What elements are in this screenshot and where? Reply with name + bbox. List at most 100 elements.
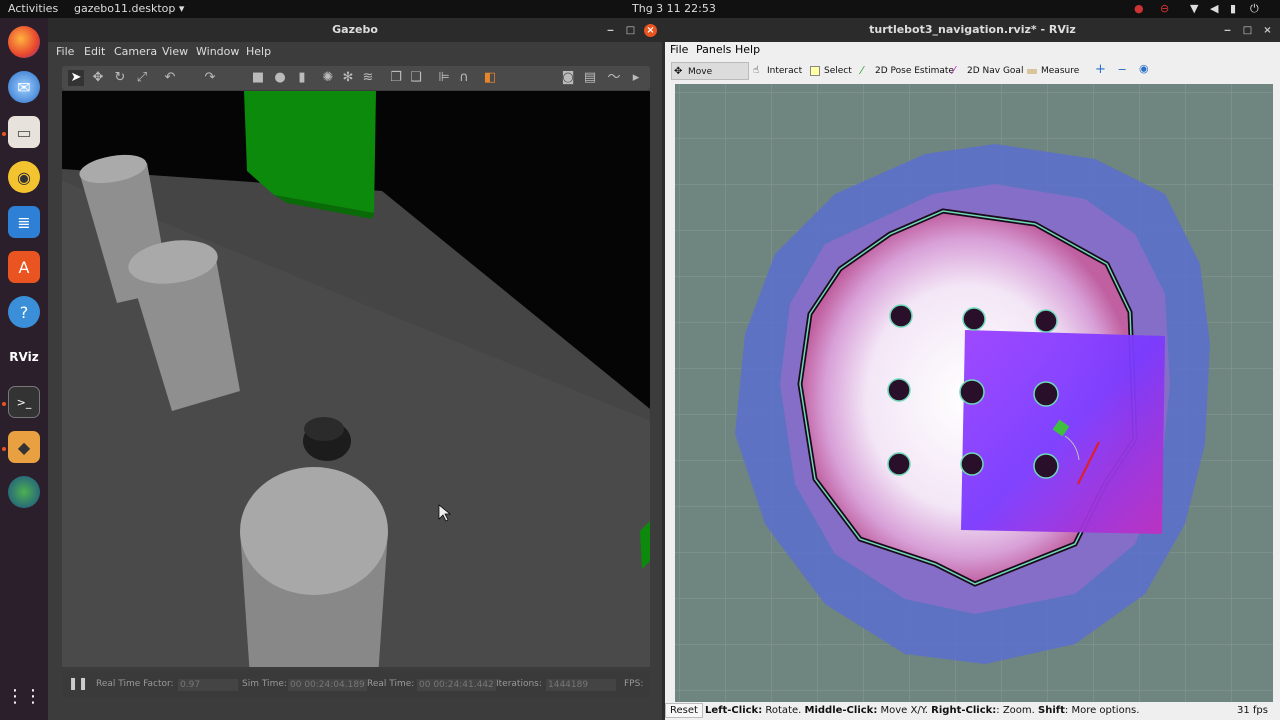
undo-icon[interactable]: ↶ bbox=[162, 70, 178, 86]
purple-arrow-icon: ⁄ bbox=[953, 64, 955, 77]
iterations-label: Iterations: bbox=[496, 679, 542, 689]
menu-help[interactable]: Help bbox=[246, 45, 271, 58]
writer-icon[interactable]: ≣ bbox=[8, 206, 40, 238]
align-icon[interactable]: ⊫ bbox=[436, 70, 452, 86]
menu-file[interactable]: File bbox=[670, 43, 688, 56]
move-camera-tool[interactable]: ✥ Move Camera bbox=[671, 62, 749, 95]
show-apps-icon[interactable]: ⋮⋮ bbox=[6, 680, 42, 712]
dnd-icon[interactable]: ⊖ bbox=[1160, 2, 1169, 15]
select-arrow-icon[interactable]: ➤ bbox=[68, 70, 84, 86]
menu-help[interactable]: Help bbox=[735, 43, 760, 56]
rotate-icon[interactable]: ↻ bbox=[112, 70, 128, 86]
view-angle-icon[interactable]: ◧ bbox=[482, 70, 498, 86]
real-time-value: 00 00:24:41.442 bbox=[417, 679, 496, 691]
select-tool[interactable]: Select bbox=[810, 62, 852, 80]
plot-icon[interactable]: 〜 bbox=[606, 70, 622, 86]
redo-icon[interactable]: ↷ bbox=[202, 70, 218, 86]
hand-icon: ☝ bbox=[753, 65, 760, 76]
record-icon[interactable]: ● bbox=[1134, 2, 1144, 15]
clock[interactable]: Thg 3 11 22:53 bbox=[632, 2, 716, 15]
files-icon[interactable]: ▭ bbox=[8, 116, 40, 148]
pointlight-icon[interactable]: ✺ bbox=[320, 70, 336, 86]
gazebo-statusbar: ❚❚ Real Time Factor: 0.97 Sim Time: 00 0… bbox=[62, 670, 650, 698]
rtf-label: Real Time Factor: bbox=[96, 679, 174, 689]
gazebo-3d-viewport[interactable] bbox=[62, 91, 650, 667]
box-icon[interactable]: ■ bbox=[250, 70, 266, 86]
gazebo-window: Gazebo ‒ □ × File Edit Camera View Windo… bbox=[48, 18, 662, 720]
power-icon[interactable]: ⏻ bbox=[1250, 2, 1259, 16]
menu-camera[interactable]: Camera bbox=[114, 45, 157, 58]
close-icon[interactable]: × bbox=[644, 24, 657, 37]
log-icon[interactable]: ▤ bbox=[582, 70, 598, 86]
paste-icon[interactable]: ❑ bbox=[408, 70, 424, 86]
scale-icon[interactable]: ⤢ bbox=[134, 70, 150, 86]
globe-icon[interactable] bbox=[8, 476, 40, 508]
menu-edit[interactable]: Edit bbox=[84, 45, 105, 58]
rviz-titlebar: turtlebot3_navigation.rviz* - RViz ‒ □ × bbox=[665, 18, 1280, 42]
network-icon[interactable]: ▼ bbox=[1190, 2, 1198, 15]
tool-properties-icon[interactable]: ◉ bbox=[1139, 62, 1149, 75]
dock: ✉ ▭ ◉ ≣ A ? RViz >_ ◆ ⋮⋮ bbox=[0, 18, 48, 720]
copy-icon[interactable]: ❐ bbox=[388, 70, 404, 86]
menu-view[interactable]: View bbox=[162, 45, 188, 58]
mail-icon[interactable]: ✉ bbox=[8, 71, 40, 103]
menu-file[interactable]: File bbox=[56, 45, 74, 58]
minimize-icon[interactable]: ‒ bbox=[604, 24, 617, 37]
top-bar: Activities gazebo11.desktop ▾ Thg 3 11 2… bbox=[0, 0, 1280, 18]
rhythmbox-icon[interactable]: ◉ bbox=[8, 161, 40, 193]
rviz-window: turtlebot3_navigation.rviz* - RViz ‒ □ ×… bbox=[665, 18, 1280, 720]
video-icon[interactable]: ▸ bbox=[628, 70, 644, 86]
software-icon[interactable]: A bbox=[8, 251, 40, 283]
menu-panels[interactable]: Panels bbox=[696, 43, 731, 56]
gazebo-icon[interactable]: ◆ bbox=[8, 431, 40, 463]
iterations-value: 1444189 bbox=[546, 679, 616, 691]
move-camera-icon: ✥ bbox=[674, 66, 683, 77]
menu-window[interactable]: Window bbox=[196, 45, 239, 58]
gazebo-toolbar: ➤ ✥ ↻ ⤢ ↶ ↷ ■ ● ▮ ✺ ✻ ≋ ❐ ❑ ⊫ ∩ ◧ ◙ ▤ 〜 … bbox=[62, 66, 650, 90]
mouse-hint: Left-Click: Rotate. Middle-Click: Move X… bbox=[705, 705, 1140, 716]
fps-readout: 31 fps bbox=[1237, 705, 1268, 716]
rviz-menubar: File Panels Help bbox=[665, 42, 1280, 58]
close-icon[interactable]: × bbox=[1261, 24, 1274, 37]
gazebo-scene bbox=[62, 91, 650, 667]
reset-button[interactable]: Reset bbox=[665, 703, 703, 718]
terminal-icon[interactable]: >_ bbox=[8, 386, 40, 418]
rviz-3d-view[interactable] bbox=[675, 84, 1273, 702]
ruler-icon bbox=[1027, 69, 1037, 74]
pose-estimate-tool[interactable]: ⁄ 2D Pose Estimate bbox=[861, 62, 954, 80]
screenshot-icon[interactable]: ◙ bbox=[560, 70, 576, 86]
translate-icon[interactable]: ✥ bbox=[90, 70, 106, 86]
costmap-visualization bbox=[675, 84, 1273, 702]
rviz-icon[interactable]: RViz bbox=[8, 341, 40, 373]
activities-button[interactable]: Activities bbox=[8, 2, 58, 15]
measure-tool[interactable]: Measure bbox=[1027, 62, 1079, 80]
rviz-statusbar: Reset Left-Click: Rotate. Middle-Click: … bbox=[665, 702, 1280, 720]
interact-tool[interactable]: ☝ Interact bbox=[753, 62, 802, 80]
fps-label: FPS: bbox=[624, 679, 644, 689]
pause-icon[interactable]: ❚❚ bbox=[68, 676, 88, 690]
volume-icon[interactable]: ◀ bbox=[1210, 2, 1218, 15]
nav-goal-tool[interactable]: ⁄ 2D Nav Goal bbox=[953, 62, 1023, 80]
rtf-value: 0.97 bbox=[178, 679, 238, 691]
snap-icon[interactable]: ∩ bbox=[456, 70, 472, 86]
green-arrow-icon: ⁄ bbox=[861, 64, 863, 77]
help-icon[interactable]: ? bbox=[8, 296, 40, 328]
battery-icon[interactable]: ▮ bbox=[1230, 2, 1236, 15]
dirlight-icon[interactable]: ≋ bbox=[360, 70, 376, 86]
select-icon bbox=[810, 66, 820, 76]
gazebo-titlebar: Gazebo ‒ □ × bbox=[48, 18, 662, 42]
app-menu[interactable]: gazebo11.desktop ▾ bbox=[74, 2, 184, 15]
cylinder-obstacle bbox=[240, 467, 388, 667]
maximize-icon[interactable]: □ bbox=[1241, 24, 1254, 37]
cylinder-icon[interactable]: ▮ bbox=[294, 70, 310, 86]
add-tool-icon[interactable]: + bbox=[1095, 62, 1106, 77]
firefox-icon[interactable] bbox=[8, 26, 40, 58]
minimize-icon[interactable]: ‒ bbox=[1221, 24, 1234, 37]
sim-time-value: 00 00:24:04.189 bbox=[288, 679, 367, 691]
sphere-icon[interactable]: ● bbox=[272, 70, 288, 86]
remove-tool-icon[interactable]: ‒ bbox=[1118, 62, 1126, 77]
rviz-toolbar: ✥ Move Camera ☝ Interact Select ⁄ 2D Pos… bbox=[665, 59, 1280, 95]
maximize-icon[interactable]: □ bbox=[624, 24, 637, 37]
sim-time-label: Sim Time: bbox=[242, 679, 287, 689]
spotlight-icon[interactable]: ✻ bbox=[340, 70, 356, 86]
